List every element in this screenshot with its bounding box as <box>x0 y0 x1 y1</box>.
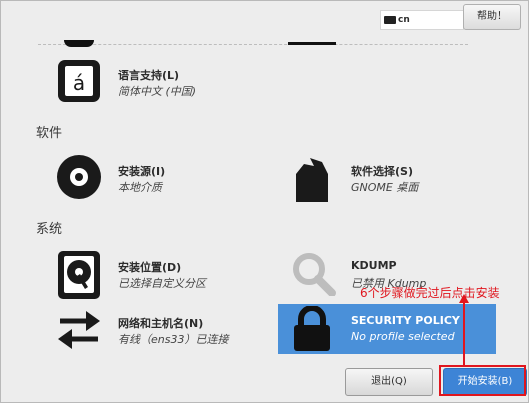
spoke-kdump-title: KDUMP <box>351 259 397 272</box>
spoke-network-status: 有线（ens33）已连接 <box>118 333 229 346</box>
annotation-text: 6个步骤做完过后点击安装 <box>360 286 500 300</box>
annotation-highlight-box <box>439 365 526 396</box>
section-title-system: 系统 <box>36 222 63 237</box>
spoke-security-title: SECURITY POLICY <box>351 314 460 327</box>
spoke-install-destination-title: 安装位置(D) <box>118 261 182 274</box>
spoke-install-source-title: 安装源(I) <box>118 165 166 178</box>
svg-text:á: á <box>73 71 85 95</box>
quit-button[interactable]: 退出(Q) <box>345 368 433 396</box>
spoke-network[interactable]: 网络和主机名(N) 有线（ens33）已连接 <box>52 304 272 354</box>
spoke-install-destination-status: 已选择自定义分区 <box>118 277 206 290</box>
spoke-install-source-status: 本地介质 <box>118 181 162 194</box>
keyboard-layout-label: cn <box>398 15 410 25</box>
disc-icon <box>57 155 101 199</box>
keyboard-layout-indicator[interactable]: cn <box>380 10 464 30</box>
spoke-software-selection[interactable]: 软件选择(S) GNOME 桌面 <box>286 152 506 202</box>
cut-off-icon <box>64 40 94 47</box>
network-arrows-icon <box>58 311 100 349</box>
spoke-install-source[interactable]: 安装源(I) 本地介质 <box>52 152 272 202</box>
language-icon: á <box>58 60 100 102</box>
spoke-security-status: No profile selected <box>351 330 455 343</box>
lock-icon <box>294 306 330 351</box>
spoke-software-selection-title: 软件选择(S) <box>351 165 413 178</box>
spoke-language-title: 语言支持(L) <box>118 69 180 82</box>
package-icon <box>296 158 328 202</box>
annotation-arrow-head <box>459 294 469 303</box>
magnifier-icon <box>293 253 336 296</box>
keyboard-icon <box>384 16 396 24</box>
spoke-language-status: 简体中文 (中国) <box>118 85 197 98</box>
spoke-install-destination[interactable]: 安装位置(D) 已选择自定义分区 <box>52 248 272 302</box>
annotation-arrow <box>463 300 465 366</box>
spoke-software-selection-status: GNOME 桌面 <box>351 181 419 194</box>
spoke-language[interactable]: á 语言支持(L) 简体中文 (中国) <box>52 56 272 106</box>
spoke-network-title: 网络和主机名(N) <box>118 317 204 330</box>
divider <box>38 44 468 45</box>
help-button[interactable]: 帮助！ <box>463 4 521 30</box>
section-title-software: 软件 <box>36 126 63 141</box>
cut-off-icon <box>288 42 336 45</box>
hard-disk-icon <box>58 251 100 299</box>
